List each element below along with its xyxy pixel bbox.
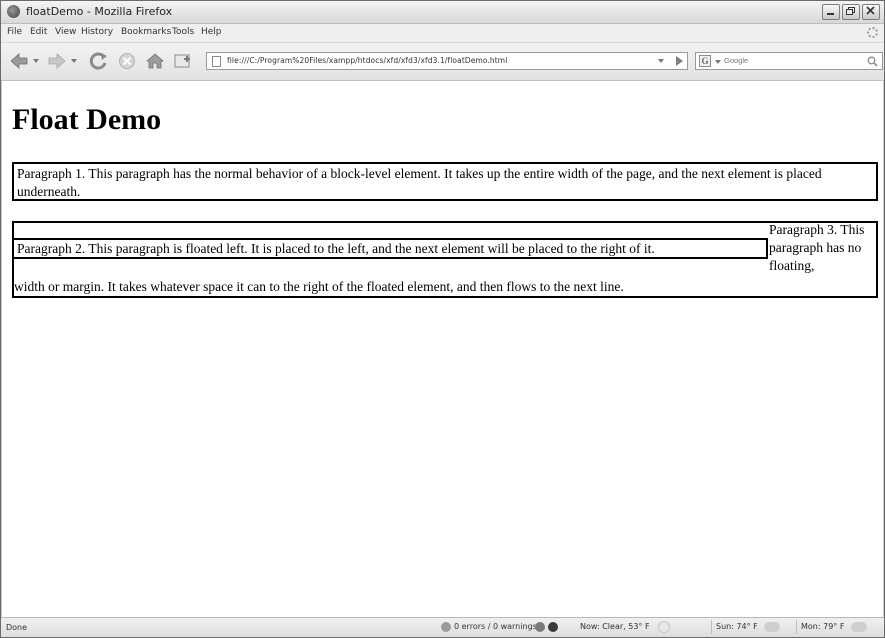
status-text: Done bbox=[6, 623, 28, 632]
reload-button[interactable] bbox=[89, 52, 109, 70]
home-button[interactable] bbox=[145, 52, 165, 70]
menu-edit[interactable]: Edit bbox=[30, 27, 47, 37]
record-icon bbox=[548, 621, 558, 632]
paragraph-3-text-right: Paragraph 3. This paragraph has no float… bbox=[769, 222, 865, 273]
throbber-icon bbox=[867, 27, 878, 38]
cloud-icon bbox=[764, 621, 781, 632]
back-button[interactable] bbox=[9, 52, 29, 70]
weather-now[interactable]: Now: Clear, 53° F bbox=[576, 620, 673, 634]
url-bar[interactable]: file:///C:/Program%20Files/xampp/htdocs/… bbox=[206, 52, 688, 70]
paragraph-2-floated: Paragraph 2. This paragraph is floated l… bbox=[12, 238, 768, 259]
url-dropdown-icon[interactable] bbox=[658, 59, 664, 63]
menu-bar: File Edit View History Bookmarks Tools H… bbox=[1, 24, 884, 43]
close-button[interactable] bbox=[862, 4, 880, 20]
firefox-icon bbox=[7, 5, 20, 18]
forward-history-icon[interactable] bbox=[71, 59, 77, 63]
cloud-icon bbox=[850, 621, 867, 632]
page-title: Float Demo bbox=[12, 103, 162, 136]
navigation-toolbar: file:///C:/Program%20Files/xampp/htdocs/… bbox=[1, 43, 884, 81]
menu-tools[interactable]: Tools bbox=[172, 27, 194, 37]
search-icon[interactable] bbox=[867, 56, 878, 67]
search-bar[interactable]: G bbox=[695, 52, 883, 70]
page-icon bbox=[212, 56, 221, 67]
addon-status-icons[interactable] bbox=[531, 620, 561, 634]
search-input[interactable] bbox=[724, 56, 844, 65]
paragraph-3-text-continued: width or margin. It takes whatever space… bbox=[14, 279, 624, 294]
weather-sun[interactable]: Sun: 74° F bbox=[711, 620, 783, 634]
addon-icon bbox=[535, 621, 545, 632]
status-bar: Done 0 errors / 0 warnings Now: Clear, 5… bbox=[1, 617, 884, 637]
menu-view[interactable]: View bbox=[55, 27, 76, 37]
browser-window: floatDemo - Mozilla Firefox File Edit Vi… bbox=[0, 0, 885, 638]
restore-icon bbox=[846, 7, 855, 15]
minimize-icon bbox=[827, 13, 834, 15]
minimize-button[interactable] bbox=[822, 4, 840, 20]
forward-button[interactable] bbox=[47, 52, 67, 70]
go-icon[interactable] bbox=[676, 56, 683, 66]
menu-history[interactable]: History bbox=[81, 27, 113, 37]
search-engine-dropdown-icon[interactable] bbox=[715, 60, 721, 64]
paragraph-1: Paragraph 1. This paragraph has the norm… bbox=[12, 162, 878, 201]
page-content: Float Demo Paragraph 1. This paragraph h… bbox=[1, 81, 884, 618]
menu-file[interactable]: File bbox=[7, 27, 22, 37]
error-console-status[interactable]: 0 errors / 0 warnings bbox=[437, 620, 537, 634]
menu-bookmarks[interactable]: Bookmarks bbox=[121, 27, 171, 37]
stop-button[interactable] bbox=[117, 52, 137, 70]
new-tab-button[interactable] bbox=[173, 52, 193, 70]
google-engine-icon[interactable]: G bbox=[699, 55, 711, 67]
restore-button[interactable] bbox=[842, 4, 860, 20]
window-controls bbox=[822, 4, 880, 20]
weather-mon[interactable]: Mon: 79° F bbox=[796, 620, 870, 634]
back-history-icon[interactable] bbox=[33, 59, 39, 63]
title-bar: floatDemo - Mozilla Firefox bbox=[1, 1, 884, 24]
url-text[interactable]: file:///C:/Program%20Files/xampp/htdocs/… bbox=[227, 56, 507, 65]
clear-weather-icon bbox=[658, 620, 671, 633]
check-icon bbox=[441, 621, 451, 632]
close-icon bbox=[866, 6, 875, 15]
window-title: floatDemo - Mozilla Firefox bbox=[26, 5, 173, 18]
menu-help[interactable]: Help bbox=[201, 27, 222, 37]
